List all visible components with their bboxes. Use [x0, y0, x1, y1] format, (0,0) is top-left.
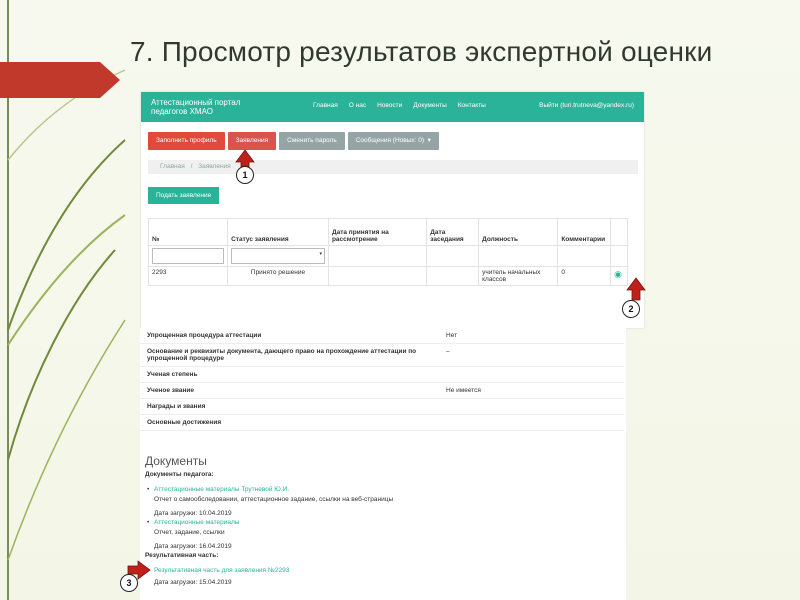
- nav-links: Главная О нас Новости Документы Контакты: [313, 102, 486, 109]
- col-status: Статус заявления: [227, 218, 329, 246]
- document-link[interactable]: Аттестационные материалы Трутневой Ю.И.: [154, 486, 289, 493]
- requests-table: № Статус заявления Дата принятия на расс…: [147, 218, 628, 286]
- detail-row: Ученое звание Не имеется: [140, 382, 624, 399]
- nav-home[interactable]: Главная: [313, 102, 338, 109]
- detail-row: Основание и реквизиты документа, дающего…: [140, 343, 624, 367]
- nav-news[interactable]: Новости: [377, 102, 402, 109]
- detail-key: Ученая степень: [140, 366, 439, 383]
- logout-link[interactable]: Выйти (turi.trutneva@yandex.ru): [539, 102, 634, 109]
- documents-heading: Документы: [145, 454, 207, 468]
- detail-row: Основные достижения: [140, 414, 624, 431]
- caret-down-icon: ▾: [425, 137, 431, 144]
- row-comments: 0: [557, 266, 612, 286]
- detail-value: Нет: [439, 328, 624, 344]
- document-desc: Отчет о самообследовании, аттестационное…: [154, 496, 394, 503]
- row-status: Принято решение: [227, 266, 329, 286]
- detail-row: Упрощенная процедура аттестации Нет: [140, 328, 624, 344]
- document-item: • Результативная часть для заявления №22…: [147, 566, 289, 590]
- detail-row: Награды и звания: [140, 398, 624, 415]
- result-document-link[interactable]: Результативная часть для заявления №2293: [154, 567, 289, 574]
- marker-1: 1: [236, 166, 254, 184]
- row-accepted: [327, 266, 428, 286]
- detail-key: Упрощенная процедура аттестации: [140, 328, 439, 344]
- nav-about[interactable]: О нас: [349, 102, 366, 109]
- detail-value: [439, 414, 624, 431]
- applications-screenshot: Аттестационный портал педагогов ХМАО Гла…: [141, 92, 644, 328]
- row-position: учитель начальных классов: [478, 266, 559, 286]
- col-accepted: Дата принятия на рассмотрение: [327, 218, 428, 246]
- portal-brand[interactable]: Аттестационный портал педагогов ХМАО: [151, 98, 261, 116]
- document-link[interactable]: Аттестационные материалы: [154, 519, 239, 526]
- table-row[interactable]: 2293 Принято решение учитель начальных к…: [147, 266, 628, 286]
- col-position: Должность: [478, 218, 559, 246]
- document-date: Дата загрузки: 10.04.2019: [154, 510, 232, 517]
- detail-key: Основание и реквизиты документа, дающего…: [140, 343, 439, 367]
- filter-row: ▾: [147, 245, 628, 267]
- detail-value: –: [439, 343, 624, 367]
- detail-value: Не имеется: [439, 382, 624, 399]
- messages-dropdown[interactable]: Сообщения (Новых: 0) ▾: [347, 132, 439, 150]
- marker-2: 2: [622, 300, 640, 318]
- row-meeting: [426, 266, 480, 286]
- nav-contacts[interactable]: Контакты: [458, 102, 486, 109]
- col-meeting: Дата заседания: [426, 218, 480, 246]
- bullet: •: [147, 486, 150, 493]
- breadcrumb: Главная / Заявления: [148, 160, 638, 174]
- document-date: Дата загрузки: 16.04.2019: [154, 543, 232, 550]
- slide-title: 7. Просмотр результатов экспертной оценк…: [130, 36, 713, 67]
- detail-value: [439, 366, 624, 383]
- row-num: 2293: [147, 266, 229, 286]
- portal-navbar: Аттестационный портал педагогов ХМАО Гла…: [141, 92, 644, 122]
- breadcrumb-home[interactable]: Главная: [148, 163, 185, 170]
- detail-row: Ученая степень: [140, 366, 624, 383]
- toolbar: Заполнить профиль Заявления Сменить паро…: [148, 132, 439, 150]
- details-table: Упрощенная процедура аттестации Нет Основ…: [140, 328, 624, 431]
- result-docs-label: Результативная часть:: [145, 552, 219, 559]
- application-details-screenshot: Упрощенная процедура аттестации Нет Основ…: [140, 328, 626, 600]
- teacher-docs-label: Документы педагога:: [145, 471, 214, 478]
- table-header-row: № Статус заявления Дата принятия на расс…: [147, 218, 628, 246]
- fill-profile-button[interactable]: Заполнить профиль: [148, 132, 225, 150]
- detail-key: Ученое звание: [140, 382, 439, 399]
- nav-documents[interactable]: Документы: [413, 102, 447, 109]
- change-password-button[interactable]: Сменить пароль: [279, 132, 345, 150]
- detail-key: Награды и звания: [140, 398, 439, 415]
- bullet: •: [147, 519, 150, 526]
- num-filter-input[interactable]: [152, 248, 225, 264]
- view-eye-icon[interactable]: ◉: [614, 269, 622, 279]
- bullet: •: [147, 567, 150, 574]
- marker-3: 3: [120, 574, 138, 592]
- caret-down-icon: ▾: [319, 251, 322, 257]
- applications-button[interactable]: Заявления: [227, 132, 277, 150]
- col-num: №: [147, 218, 229, 246]
- detail-key: Основные достижения: [140, 414, 439, 431]
- breadcrumb-current: Заявления: [198, 163, 231, 170]
- status-filter-select[interactable]: ▾: [231, 248, 325, 264]
- detail-value: [439, 398, 624, 415]
- document-item: • Аттестационные материалы Отчет, задани…: [147, 518, 239, 556]
- col-comments: Комментарии: [557, 218, 612, 246]
- document-desc: Отчет, задание, ссылки: [154, 529, 225, 536]
- title-accent-arrow: [0, 62, 120, 98]
- submit-application-button[interactable]: Подать заявление: [148, 187, 220, 204]
- col-actions: [610, 218, 628, 246]
- messages-label: Сообщения (Новых: 0): [355, 137, 425, 144]
- breadcrumb-separator: /: [190, 163, 193, 170]
- document-date: Дата загрузки: 15.04.2019: [154, 579, 232, 586]
